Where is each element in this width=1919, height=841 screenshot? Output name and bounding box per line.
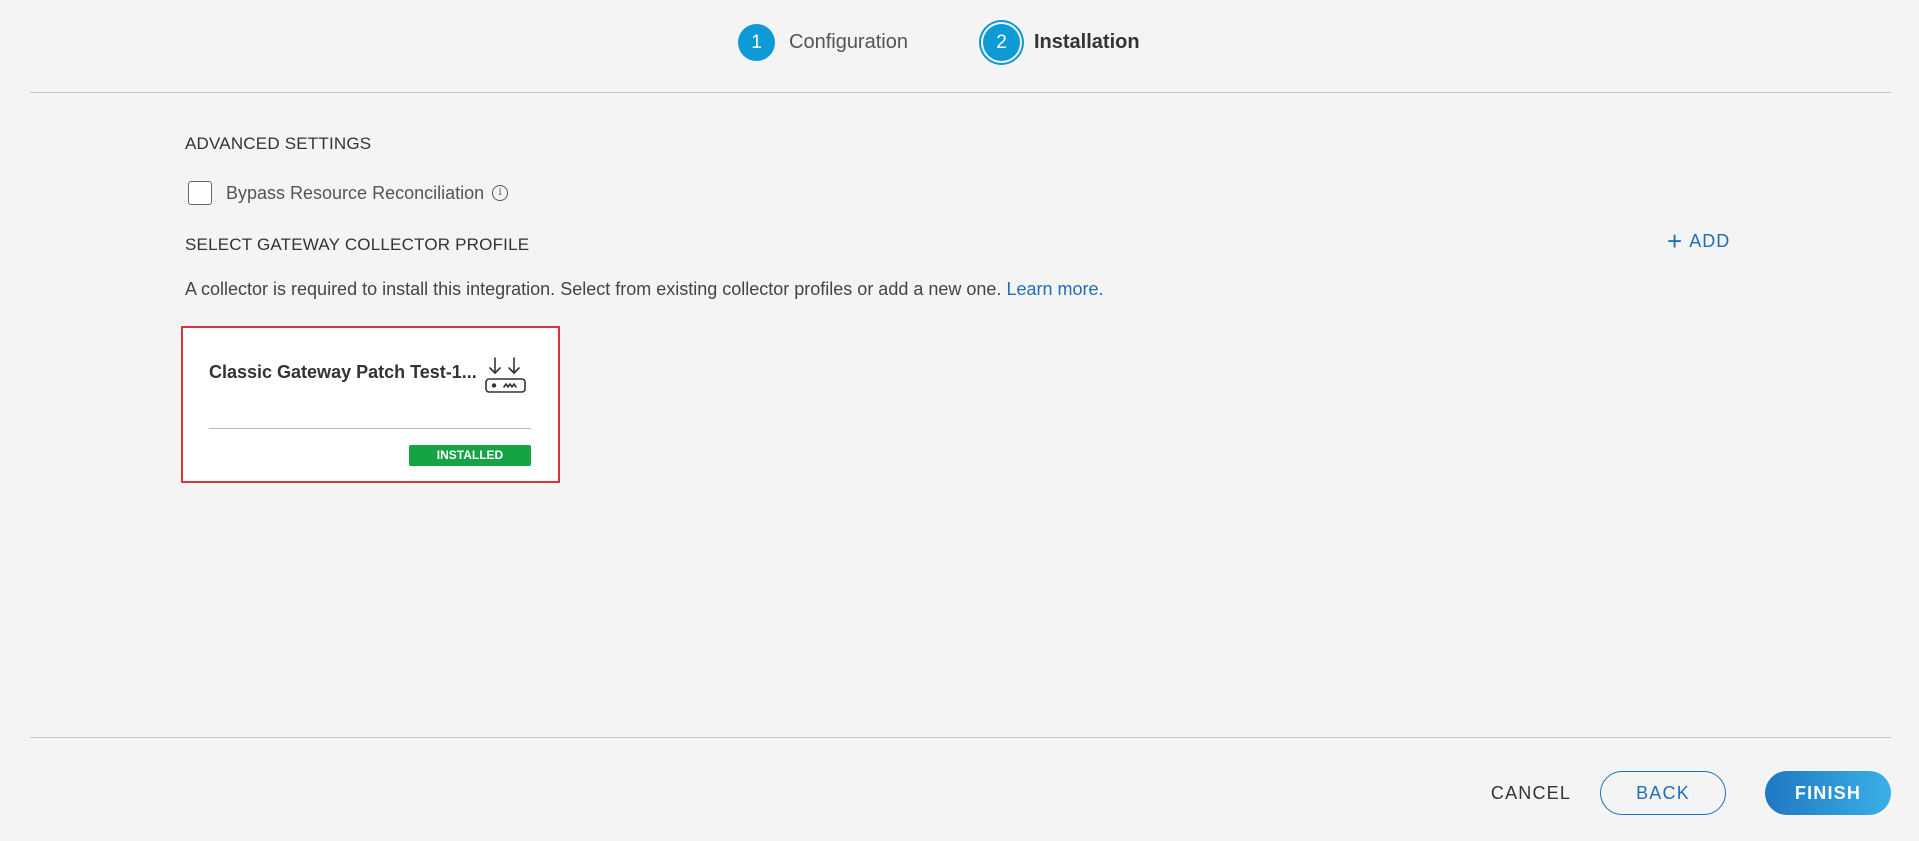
collector-profile-title: SELECT GATEWAY COLLECTOR PROFILE: [185, 235, 530, 254]
cancel-button[interactable]: CANCEL: [1471, 771, 1591, 815]
advanced-settings-title: ADVANCED SETTINGS: [185, 134, 372, 153]
add-collector-button[interactable]: + ADD: [1667, 226, 1731, 256]
bypass-reconciliation-checkbox[interactable]: [188, 181, 212, 205]
learn-more-link[interactable]: Learn more.: [1006, 279, 1103, 299]
gateway-icon: [484, 356, 528, 401]
step-number-badge: 1: [738, 24, 775, 61]
step-installation[interactable]: 2 Installation: [983, 24, 1140, 61]
collector-description: A collector is required to install this …: [185, 279, 1104, 300]
step-label: Configuration: [789, 31, 908, 53]
footer-divider: [30, 737, 1891, 738]
finish-button[interactable]: FINISH: [1765, 771, 1891, 815]
step-configuration[interactable]: 1 Configuration: [738, 24, 908, 61]
add-label: ADD: [1689, 230, 1731, 251]
collector-profile-card[interactable]: Classic Gateway Patch Test-1... INSTALLE…: [181, 326, 560, 483]
step-label: Installation: [1034, 31, 1140, 53]
description-text: A collector is required to install this …: [185, 279, 1002, 299]
card-divider: [209, 428, 531, 429]
step-number-badge: 2: [983, 24, 1020, 61]
collector-name: Classic Gateway Patch Test-1...: [209, 362, 477, 382]
bypass-reconciliation-label[interactable]: Bypass Resource Reconciliation: [226, 183, 484, 204]
wizard-stepper: 1 Configuration 2 Installation: [0, 24, 1919, 70]
back-button[interactable]: BACK: [1600, 771, 1726, 815]
header-divider: [30, 92, 1891, 93]
info-icon[interactable]: i: [492, 185, 509, 201]
plus-icon: +: [1667, 226, 1684, 256]
bypass-reconciliation-row: Bypass Resource Reconciliation i: [188, 181, 509, 205]
installed-status-badge: INSTALLED: [409, 445, 531, 466]
